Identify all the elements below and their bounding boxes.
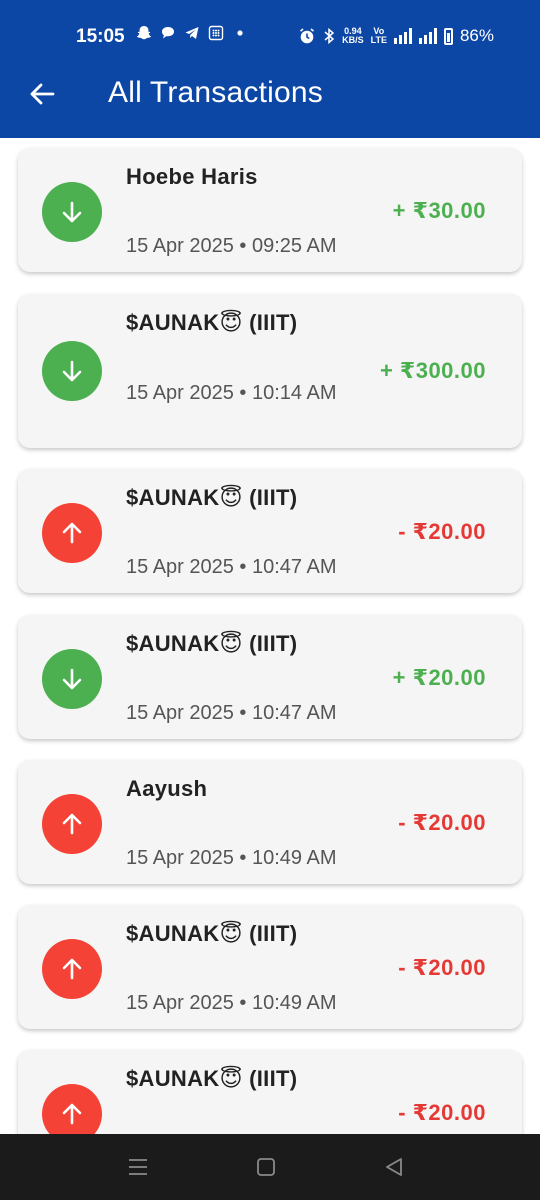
transaction-amount: + ₹300.00 — [379, 358, 486, 383]
network-speed-unit: KB/S — [342, 35, 364, 45]
recents-button[interactable] — [127, 1156, 149, 1183]
transaction-name: $AUNAK😇 (IIIT) — [126, 310, 298, 335]
transaction-amount: + ₹30.00 — [392, 198, 486, 223]
transaction-amount: - ₹20.00 — [398, 519, 486, 544]
signal-icon — [418, 28, 437, 44]
transaction-date: 15 Apr 2025 • 10:47 AM — [126, 556, 337, 578]
arrow-up-icon — [42, 1084, 102, 1134]
page-title: All Transactions — [108, 76, 323, 109]
transaction-date: 15 Apr 2025 • 10:14 AM — [126, 382, 337, 404]
status-time: 15:05 — [76, 26, 125, 47]
transaction-card[interactable]: $AUNAK😇 (IIIT) 15 Apr 2025 • 10:14 AM + … — [18, 294, 522, 448]
signal-4g-icon — [393, 28, 412, 44]
status-bar: 15:05 0.94 KB/S Vo LTE 86% — [0, 0, 540, 62]
arrow-down-icon — [42, 649, 102, 709]
transaction-card[interactable]: $AUNAK😇 (IIIT) - ₹20.00 — [18, 1050, 522, 1134]
transaction-list[interactable]: Hoebe Haris 15 Apr 2025 • 09:25 AM + ₹30… — [0, 138, 540, 1134]
transaction-amount: - ₹20.00 — [398, 810, 486, 835]
battery-icon — [443, 27, 453, 45]
arrow-up-icon — [42, 503, 102, 563]
transaction-name: $AUNAK😇 (IIIT) — [126, 921, 298, 946]
home-button[interactable] — [255, 1156, 277, 1183]
arrow-up-icon — [42, 939, 102, 999]
transaction-card[interactable]: $AUNAK😇 (IIIT) 15 Apr 2025 • 10:47 AM + … — [18, 615, 522, 739]
transaction-card[interactable]: $AUNAK😇 (IIIT) 15 Apr 2025 • 10:49 AM - … — [18, 905, 522, 1029]
transaction-amount: + ₹20.00 — [392, 665, 486, 690]
app-bar: All Transactions — [0, 62, 540, 138]
notification-icons — [136, 25, 248, 41]
system-icons: 0.94 KB/S Vo LTE 86% — [298, 26, 494, 46]
battery-percent: 86% — [459, 26, 494, 45]
transaction-date: 15 Apr 2025 • 10:49 AM — [126, 847, 337, 869]
triangle-back-icon — [386, 1158, 402, 1176]
transaction-name: $AUNAK😇 (IIIT) — [126, 631, 298, 656]
transaction-amount: - ₹20.00 — [398, 955, 486, 980]
transaction-card[interactable]: Hoebe Haris 15 Apr 2025 • 09:25 AM + ₹30… — [18, 148, 522, 272]
chat-bubble-icon — [162, 27, 174, 39]
transaction-name: $AUNAK😇 (IIIT) — [126, 485, 298, 510]
back-button[interactable] — [24, 76, 60, 112]
back-nav-button[interactable] — [383, 1156, 405, 1183]
arrow-up-icon — [42, 794, 102, 854]
arrow-down-icon — [42, 182, 102, 242]
transaction-card[interactable]: $AUNAK😇 (IIIT) 15 Apr 2025 • 10:47 AM - … — [18, 469, 522, 593]
transaction-card[interactable]: Aayush 15 Apr 2025 • 10:49 AM - ₹20.00 — [18, 760, 522, 884]
network-speed: 0.94 KB/S — [342, 27, 364, 45]
menu-lines-icon — [129, 1159, 147, 1175]
transaction-name: Hoebe Haris — [126, 164, 258, 189]
dot-icon — [237, 30, 243, 36]
bluetooth-icon — [324, 27, 335, 45]
transaction-name: $AUNAK😇 (IIIT) — [126, 1066, 298, 1091]
snapchat-icon — [137, 26, 151, 40]
transaction-amount: - ₹20.00 — [398, 1100, 486, 1125]
transaction-date: 15 Apr 2025 • 10:49 AM — [126, 992, 337, 1014]
arrow-back-icon — [30, 83, 55, 105]
transaction-date: 15 Apr 2025 • 09:25 AM — [126, 235, 337, 257]
square-icon — [257, 1158, 275, 1176]
transaction-name: Aayush — [126, 776, 208, 801]
telegram-icon — [185, 27, 199, 39]
transaction-date: 15 Apr 2025 • 10:47 AM — [126, 702, 337, 724]
arrow-down-icon — [42, 341, 102, 401]
alarm-icon — [300, 28, 315, 44]
system-nav-bar — [0, 1134, 540, 1200]
app-grid-icon — [208, 25, 224, 41]
volte-icon: Vo LTE — [370, 26, 387, 45]
